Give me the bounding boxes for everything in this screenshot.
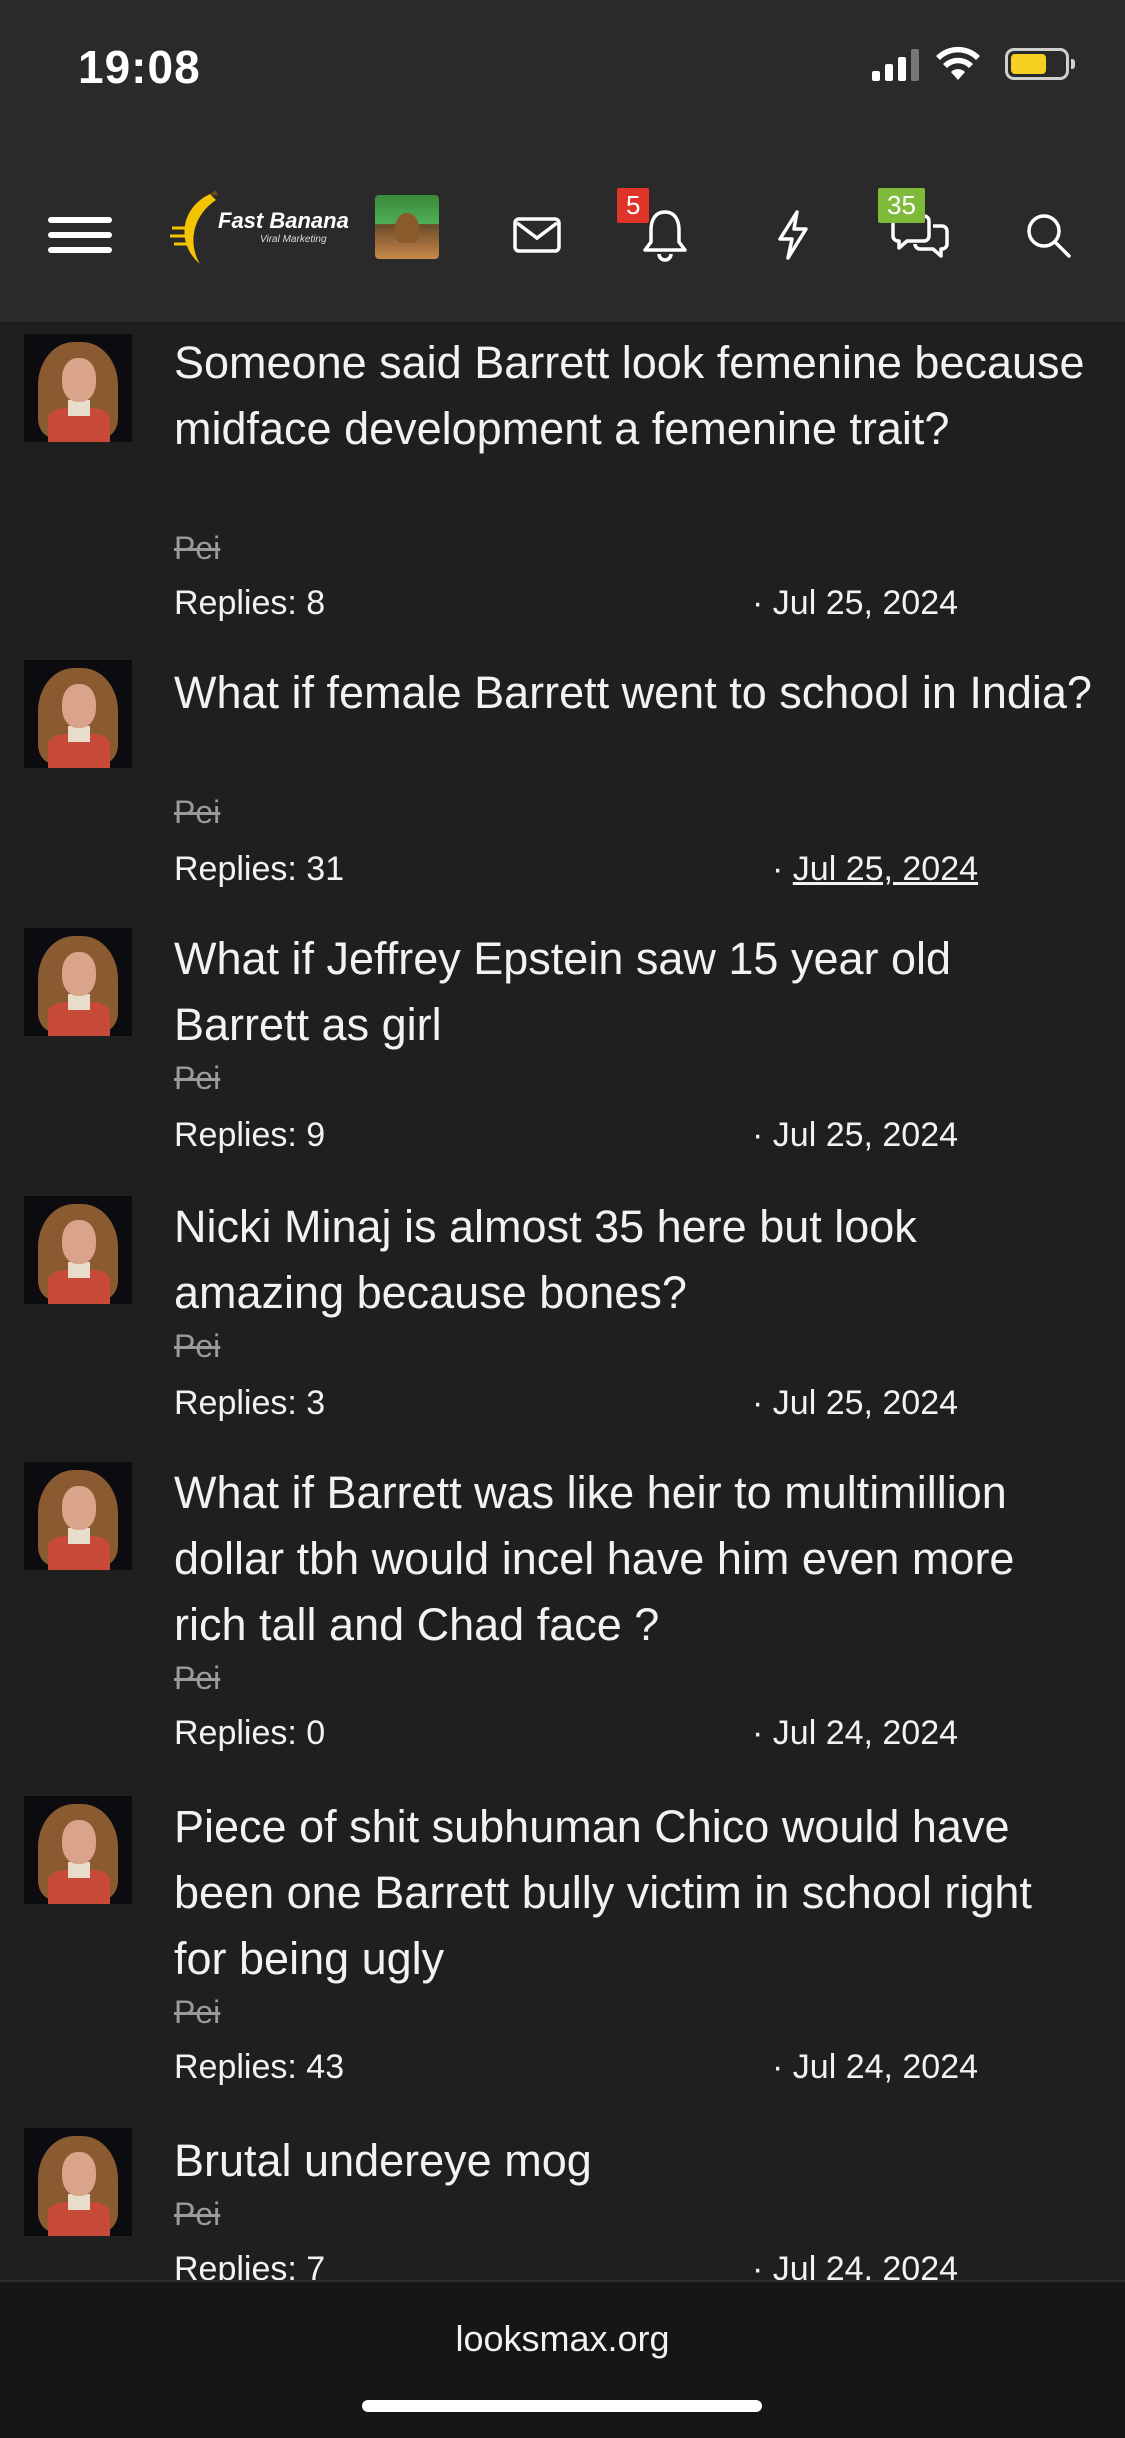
thread-item[interactable]: What if Jeffrey Epstein saw 15 year old … — [0, 918, 1125, 1186]
thread-item[interactable]: Piece of shit subhuman Chico would have … — [0, 1786, 1125, 2120]
alerts-badge: 5 — [617, 188, 650, 223]
inbox-button[interactable] — [497, 195, 577, 275]
thread-replies: Replies: 7 — [174, 2250, 326, 2280]
status-bar: 19:08 — [0, 0, 1125, 150]
thread-date[interactable]: · Jul 25, 2024 — [752, 584, 958, 623]
thread-replies: Replies: 0 — [174, 1714, 326, 1752]
thread-item[interactable]: Nicki Minaj is almost 35 here but look a… — [0, 1186, 1125, 1452]
thread-replies: Replies: 3 — [174, 1384, 326, 1422]
thread-title[interactable]: Brutal undereye mog — [174, 2128, 1094, 2194]
status-icons — [872, 46, 1075, 82]
thread-date[interactable]: · Jul 25, 2024 — [752, 1116, 958, 1155]
logo-text: Fast Banana — [218, 208, 349, 233]
hamburger-icon — [48, 208, 112, 262]
thread-item[interactable]: Someone said Barrett look femenine becau… — [0, 322, 1125, 652]
logo-subtext: Viral Marketing — [260, 234, 327, 245]
status-time: 19:08 — [78, 41, 201, 93]
thread-date[interactable]: · Jul 25, 2024 — [752, 1384, 958, 1423]
avatar[interactable] — [24, 1462, 132, 1570]
thread-title[interactable]: What if Barrett was like heir to multimi… — [174, 1460, 1094, 1658]
battery-icon — [1005, 48, 1075, 80]
site-navbar: Fast Banana Viral Marketing 5 35 — [0, 150, 1125, 324]
search-button[interactable] — [1008, 195, 1088, 275]
avatar[interactable] — [24, 1796, 132, 1904]
avatar[interactable] — [24, 334, 132, 442]
browser-address-bar[interactable]: looksmax.org — [0, 2280, 1125, 2438]
site-logo[interactable]: Fast Banana Viral Marketing — [170, 188, 349, 268]
thread-title[interactable]: Someone said Barrett look femenine becau… — [174, 330, 1094, 462]
avatar[interactable] — [24, 2128, 132, 2236]
url-text[interactable]: looksmax.org — [0, 2318, 1125, 2360]
thread-author[interactable]: Pei — [174, 794, 220, 831]
avatar[interactable] — [24, 928, 132, 1036]
thread-title[interactable]: What if Jeffrey Epstein saw 15 year old … — [174, 926, 1094, 1058]
envelope-icon — [513, 217, 561, 253]
thread-replies: Replies: 8 — [174, 584, 326, 622]
thread-replies: Replies: 43 — [174, 2048, 345, 2086]
hamburger-menu-button[interactable] — [40, 195, 120, 275]
thread-author[interactable]: Pei — [174, 530, 220, 567]
thread-title[interactable]: Piece of shit subhuman Chico would have … — [174, 1794, 1094, 1992]
thread-item[interactable]: Brutal undereye mog Pei Replies: 7 · Jul… — [0, 2120, 1125, 2280]
search-icon — [1027, 214, 1071, 258]
home-indicator[interactable] — [362, 2400, 762, 2412]
cellular-signal-icon — [872, 47, 919, 81]
thread-item[interactable]: What if female Barrett went to school in… — [0, 652, 1125, 918]
thread-author[interactable]: Pei — [174, 2196, 220, 2233]
thread-date[interactable]: · Jul 24, 2024 — [772, 2048, 978, 2087]
thread-item[interactable]: What if Barrett was like heir to multimi… — [0, 1452, 1125, 1786]
thread-title[interactable]: Nicki Minaj is almost 35 here but look a… — [174, 1194, 1094, 1326]
thread-replies: Replies: 9 — [174, 1116, 326, 1154]
avatar[interactable] — [24, 660, 132, 768]
thread-date[interactable]: · Jul 24, 2024 — [752, 2250, 958, 2280]
game-thumbnail-link[interactable] — [375, 195, 439, 259]
thread-author[interactable]: Pei — [174, 1994, 220, 2031]
wifi-icon — [936, 46, 980, 80]
conversations-badge: 35 — [878, 188, 925, 223]
thread-replies: Replies: 31 — [174, 850, 345, 888]
whats-new-button[interactable] — [753, 195, 833, 275]
thread-date[interactable]: · Jul 24, 2024 — [752, 1714, 958, 1753]
lightning-icon — [778, 210, 808, 260]
thread-title[interactable]: What if female Barrett went to school in… — [174, 660, 1094, 726]
thread-date[interactable]: · Jul 25, 2024 — [772, 850, 978, 889]
avatar[interactable] — [24, 1196, 132, 1304]
thread-author[interactable]: Pei — [174, 1060, 220, 1097]
thread-author[interactable]: Pei — [174, 1328, 220, 1365]
thread-author[interactable]: Pei — [174, 1660, 220, 1697]
